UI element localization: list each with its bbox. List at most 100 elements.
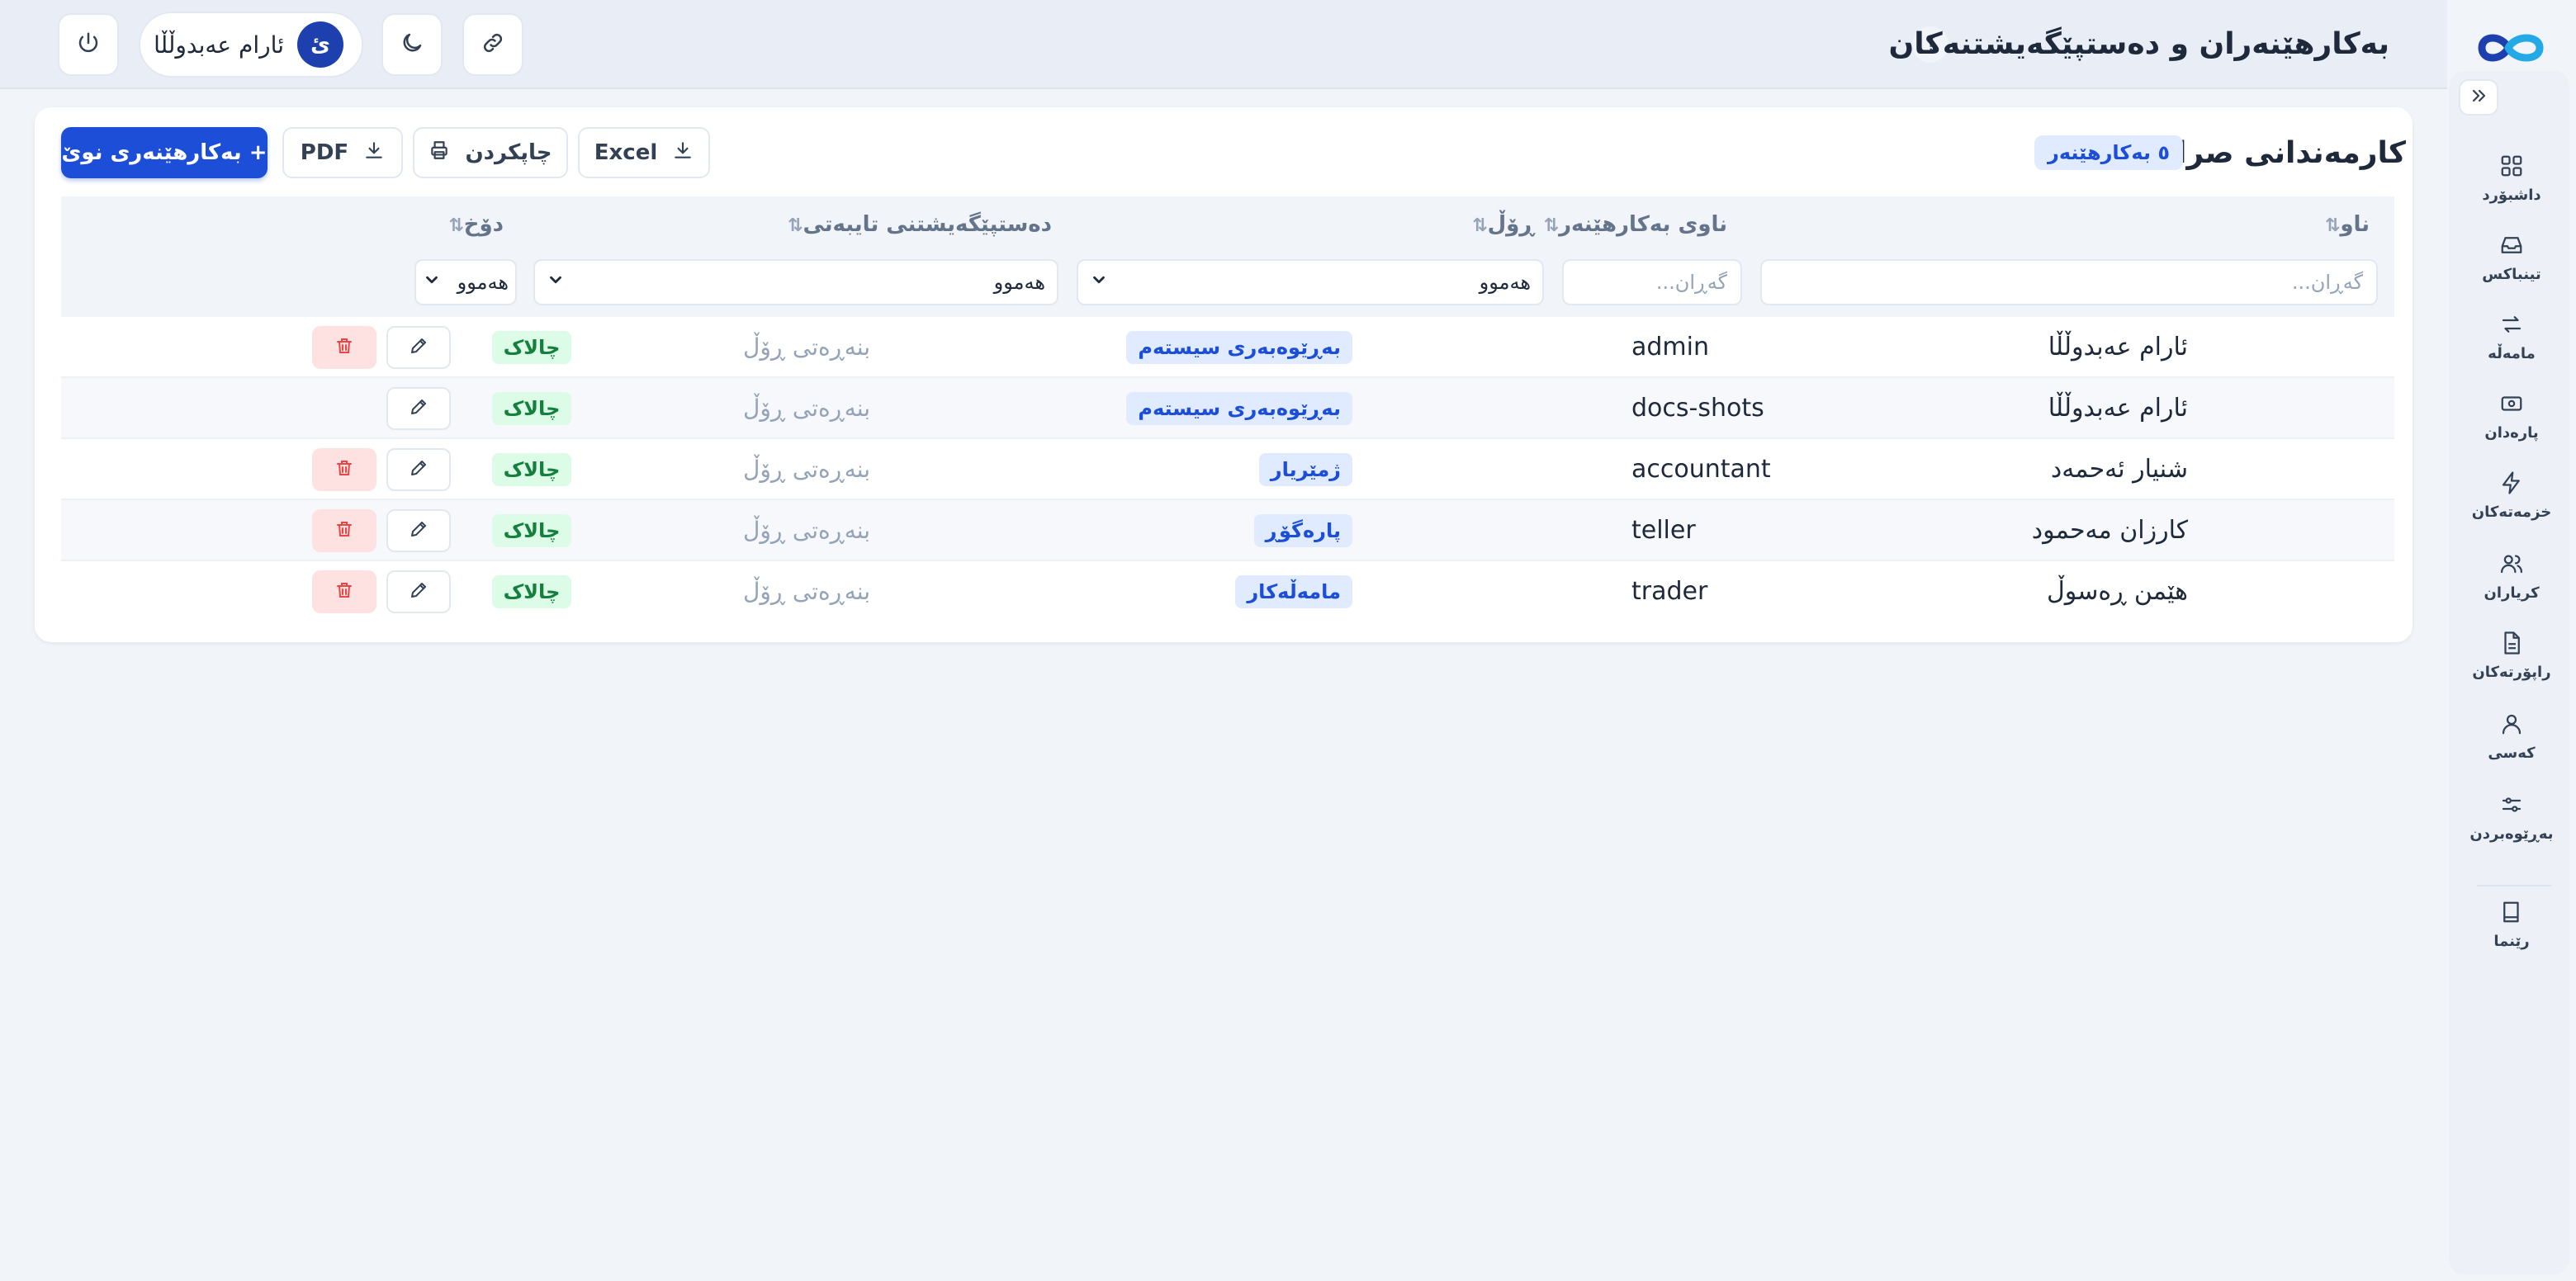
sidebar-item-customers[interactable]: کریاران	[2465, 551, 2558, 619]
status-badge: چالاک	[492, 331, 571, 364]
cell-permissions: بنەڕەتی ڕۆڵ	[743, 578, 870, 605]
sidebar-item-label: بەڕێوەبردن	[2469, 825, 2554, 843]
cell-username: teller	[1631, 516, 1696, 545]
name-filter-input[interactable]	[1760, 259, 2378, 305]
print-button[interactable]: چاپکردن	[413, 127, 568, 178]
sidebar-item-label: رێنما	[2493, 933, 2530, 950]
sidebar-item-label: داشبۆرد	[2482, 187, 2541, 204]
sidebar-item-label: راپۆرتەکان	[2472, 664, 2551, 681]
delete-button[interactable]	[312, 509, 376, 552]
pencil-icon	[409, 336, 429, 359]
delete-button[interactable]	[312, 326, 376, 369]
sort-icon: ⇅	[788, 215, 803, 236]
column-header-name[interactable]: ناو⇅	[2318, 196, 2370, 253]
sidebar-item-label: مامەڵە	[2488, 345, 2536, 362]
column-header-status[interactable]: دۆخ⇅	[442, 196, 504, 253]
transfer-icon	[2499, 312, 2524, 340]
status-badge: چالاک	[492, 575, 571, 608]
export-excel-button[interactable]: Excel	[578, 127, 710, 178]
role-badge: مامەڵەکار	[1235, 575, 1352, 608]
bolt-icon	[2499, 470, 2524, 499]
edit-button[interactable]	[386, 326, 451, 369]
sidebar-item-transactions[interactable]: مامەڵە	[2465, 312, 2558, 380]
cell-username: docs-shots	[1631, 394, 1764, 423]
users-icon	[2499, 551, 2524, 579]
username-filter-input[interactable]	[1562, 259, 1742, 305]
theme-toggle-button[interactable]	[381, 13, 443, 76]
sidebar-item-management[interactable]: بەڕێوەبردن	[2465, 792, 2558, 860]
logout-button[interactable]	[58, 13, 119, 76]
role-badge: بەڕێوەبەری سیستەم	[1126, 392, 1352, 425]
page-title: بەکارهێنەران و دەستپێگەیشتنەکان	[1888, 27, 2389, 61]
permissions-filter-select[interactable]: هەموو	[533, 259, 1058, 305]
role-badge: پارەگۆڕ	[1253, 514, 1352, 547]
sidebar-item-reports[interactable]: راپۆرتەکان	[2465, 631, 2558, 698]
sliders-icon	[2499, 792, 2524, 820]
cell-permissions: بنەڕەتی ڕۆڵ	[743, 333, 870, 361]
pencil-icon	[409, 519, 429, 542]
report-icon	[2499, 631, 2524, 659]
column-header-username[interactable]: ناوی بەکارهێنەر⇅	[1537, 196, 1727, 253]
export-pdf-button[interactable]: PDF	[282, 127, 403, 178]
sidebar-item-guide[interactable]: رێنما	[2465, 900, 2558, 967]
user-menu[interactable]: ئارام عەبدوڵڵا ئ	[139, 12, 363, 78]
cell-username: trader	[1631, 577, 1708, 606]
table-header	[61, 196, 2394, 253]
cash-icon	[2499, 391, 2524, 419]
delete-button[interactable]	[312, 448, 376, 491]
role-filter-select[interactable]: هەموو	[1077, 259, 1544, 305]
edit-button[interactable]	[386, 509, 451, 552]
link-icon	[481, 31, 505, 59]
user-name: ئارام عەبدوڵڵا	[154, 31, 284, 59]
sidebar-item-label: کەسی	[2488, 744, 2536, 762]
sidebar-item-label: خزمەتەکان	[2471, 503, 2552, 521]
sort-icon: ⇅	[1543, 215, 1560, 236]
chevron-down-icon	[423, 271, 441, 294]
book-icon	[2499, 900, 2524, 928]
app-logo[interactable]	[2474, 25, 2548, 71]
status-badge: چالاک	[492, 514, 571, 547]
delete-button[interactable]	[312, 570, 376, 613]
table-row: هێمن ڕەسوڵ trader مامەڵەکار بنەڕەتی ڕۆڵ …	[61, 561, 2394, 622]
status-filter-select[interactable]: هەموو	[414, 259, 517, 305]
cell-username: accountant	[1631, 455, 1771, 484]
sidebar-item-inbox[interactable]: تینباکس	[2465, 233, 2558, 300]
cell-permissions: بنەڕەتی ڕۆڵ	[743, 456, 870, 483]
sidebar-item-payments[interactable]: پارەدان	[2465, 391, 2558, 459]
power-icon	[76, 31, 101, 59]
copy-link-button[interactable]	[462, 13, 523, 76]
column-header-role[interactable]: ڕۆڵ⇅	[1466, 196, 1534, 253]
cell-name: ئارام عەبدوڵڵا	[2048, 394, 2188, 423]
moon-icon	[400, 31, 424, 59]
sidebar-item-services[interactable]: خزمەتەکان	[2465, 470, 2558, 538]
add-user-button[interactable]: + بەکارهێنەری نوێ	[61, 127, 268, 178]
sidebar-item-label: پارەدان	[2484, 424, 2539, 442]
chevron-down-icon	[1090, 271, 1108, 294]
cell-name: شنیار ئەحمەد	[2050, 455, 2188, 484]
export-excel-label: Excel	[594, 140, 658, 165]
printer-icon	[429, 139, 450, 167]
sidebar-item-label: کریاران	[2484, 584, 2540, 602]
role-badge: ژمێریار	[1258, 453, 1352, 486]
cell-name: هێمن ڕەسوڵ	[2046, 577, 2188, 606]
edit-button[interactable]	[386, 387, 451, 430]
trash-icon	[334, 336, 354, 359]
sidebar-item-dashboard[interactable]: داشبۆرد	[2465, 154, 2558, 221]
cell-username: admin	[1631, 333, 1709, 362]
cell-name: ئارام عەبدوڵڵا	[2048, 333, 2188, 362]
pencil-icon	[409, 458, 429, 481]
download-icon	[672, 139, 694, 167]
print-label: چاپکردن	[465, 140, 552, 165]
sidebar-collapse-button[interactable]	[2459, 79, 2498, 116]
export-pdf-label: PDF	[300, 140, 349, 165]
sidebar-item-label: تینباکس	[2482, 266, 2541, 283]
sort-icon: ⇅	[1472, 215, 1488, 236]
edit-button[interactable]	[386, 448, 451, 491]
cell-permissions: بنەڕەتی ڕۆڵ	[743, 395, 870, 422]
sidebar-item-personal[interactable]: کەسی	[2465, 711, 2558, 779]
column-header-permissions[interactable]: دەستپێگەیشتنی تایبەتی⇅	[781, 196, 1052, 253]
cell-permissions: بنەڕەتی ڕۆڵ	[743, 517, 870, 544]
sort-icon: ⇅	[448, 215, 464, 236]
edit-button[interactable]	[386, 570, 451, 613]
cell-name: کارزان مەحمود	[2031, 516, 2188, 545]
